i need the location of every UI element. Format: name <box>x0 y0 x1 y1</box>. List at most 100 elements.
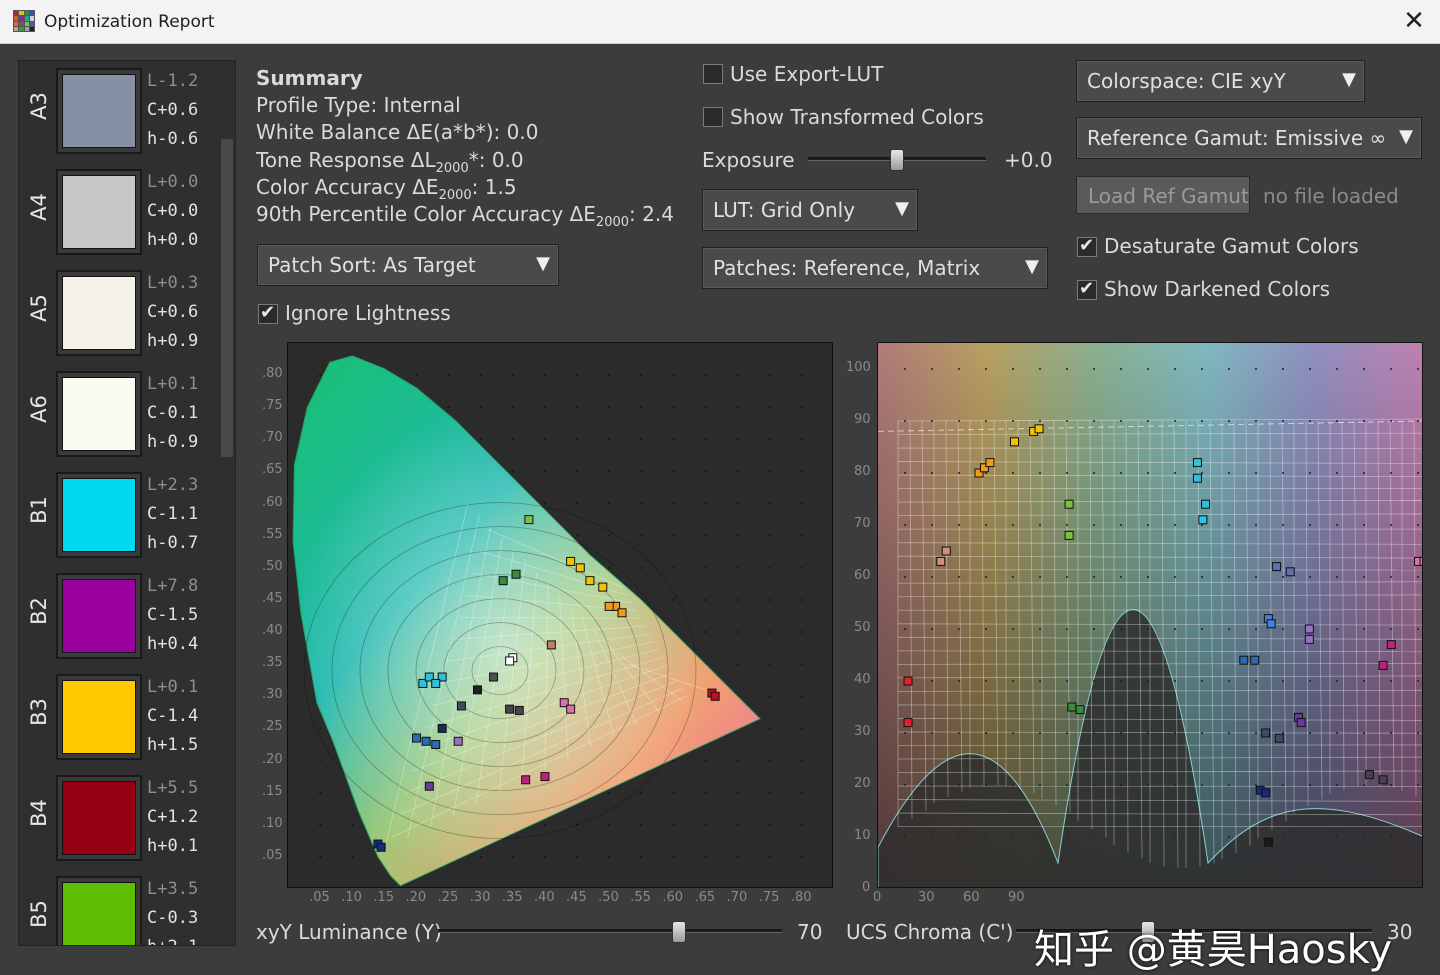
patch-delta-c: C-1.1 <box>147 504 198 524</box>
y-tick-label: .65 <box>262 462 283 477</box>
color-patch-marker <box>525 516 533 524</box>
scrollbar-thumb[interactable] <box>221 139 233 457</box>
patch-id: A3 <box>21 61 57 151</box>
show-transformed-checkbox[interactable] <box>703 107 723 127</box>
ucs-chroma-chart[interactable] <box>877 342 1423 888</box>
color-patch-marker <box>432 679 440 687</box>
app-icon-cell <box>14 22 18 26</box>
color-patch-marker <box>986 459 994 467</box>
color-patch-marker <box>1193 474 1201 482</box>
patch-swatch <box>62 276 136 350</box>
color-patch-marker <box>1251 656 1259 664</box>
color-patch-marker <box>711 692 719 700</box>
patch-swatch <box>62 781 136 855</box>
patch-row[interactable]: A6L+0.1C-0.1h-0.9 <box>19 364 219 465</box>
color-patch-marker <box>1379 661 1387 669</box>
y-tick-label: 30 <box>854 724 871 739</box>
color-patch-marker <box>512 570 520 578</box>
x-tick-label: .60 <box>662 890 683 905</box>
patch-id: A4 <box>21 162 57 252</box>
load-ref-gamut-button[interactable]: Load Ref Gamut <box>1076 176 1250 214</box>
show-darkened-checkbox[interactable] <box>1077 280 1097 300</box>
color-patch-marker <box>586 577 594 585</box>
app-icon-cell <box>14 16 18 20</box>
luminance-slider[interactable] <box>438 929 782 933</box>
color-patch-marker <box>1240 656 1248 664</box>
y-tick-label: .50 <box>262 559 283 574</box>
x-tick-label: .50 <box>598 890 619 905</box>
patch-row[interactable]: B2L+7.8C-1.5h+0.4 <box>19 566 219 667</box>
color-patch-marker <box>1262 789 1270 797</box>
color-patch-marker <box>1387 641 1395 649</box>
exposure-value: +0.0 <box>1004 148 1053 172</box>
app-icon-cell <box>30 11 34 15</box>
x-tick-label: .40 <box>534 890 555 905</box>
ignore-lightness-checkbox[interactable] <box>258 304 278 324</box>
patch-row[interactable]: B4L+5.5C+1.2h+0.1 <box>19 768 219 869</box>
color-patch-marker <box>1193 459 1201 467</box>
color-patch-marker <box>605 602 613 610</box>
app-icon-cell <box>30 22 34 26</box>
color-patch-marker <box>1305 625 1313 633</box>
patch-delta-h: h-0.7 <box>147 533 198 553</box>
patch-delta-l: L+0.1 <box>147 374 198 394</box>
y-tick-label: 100 <box>846 360 871 375</box>
y-tick-label: .05 <box>262 848 283 863</box>
color-patch-marker <box>422 737 430 745</box>
patch-row[interactable]: B3L+0.1C-1.4h+1.5 <box>19 667 219 768</box>
x-tick-label: .20 <box>405 890 426 905</box>
chevron-down-icon: ▼ <box>1025 256 1039 277</box>
color-patch-marker <box>541 773 549 781</box>
profile-type: Profile Type: Internal <box>256 93 461 117</box>
desaturate-checkbox[interactable] <box>1077 237 1097 257</box>
x-tick-label: .10 <box>341 890 362 905</box>
patch-row[interactable]: B5L+3.5C-0.3h+2.1 <box>19 869 219 946</box>
patch-row[interactable]: A5L+0.3C+0.6h+0.9 <box>19 263 219 364</box>
color-patch-marker <box>1011 438 1019 446</box>
use-export-lut-checkbox[interactable] <box>703 64 723 84</box>
patch-row[interactable]: B1L+2.3C-1.1h-0.7 <box>19 465 219 566</box>
y-tick-label: .30 <box>262 687 283 702</box>
reference-gamut-dropdown[interactable]: Reference Gamut: Emissive ∞▼ <box>1076 117 1422 159</box>
patch-id: B1 <box>21 465 57 555</box>
y-tick-label: 0 <box>862 880 870 895</box>
x-tick-label: 60 <box>963 890 980 905</box>
color-patch-marker <box>1035 425 1043 433</box>
luminance-slider-thumb[interactable] <box>672 921 686 943</box>
ref-file-status: no file loaded <box>1263 184 1399 208</box>
y-tick-label: .40 <box>262 623 283 638</box>
exposure-slider-thumb[interactable] <box>890 149 904 171</box>
percentile-accuracy: 90th Percentile Color Accuracy ΔE2000: 2… <box>256 202 674 230</box>
patches-mode-dropdown[interactable]: Patches: Reference, Matrix▼ <box>702 247 1048 289</box>
close-button[interactable]: ✕ <box>1398 6 1430 38</box>
summary-heading: Summary <box>256 66 363 90</box>
x-tick-label: .15 <box>373 890 394 905</box>
color-patch-marker <box>1365 771 1373 779</box>
patch-delta-c: C+1.2 <box>147 807 198 827</box>
patch-swatch <box>62 579 136 653</box>
y-tick-label: .55 <box>262 527 283 542</box>
patch-row[interactable]: A3L-1.2C+0.6h-0.6 <box>19 61 219 162</box>
lut-mode-dropdown[interactable]: LUT: Grid Only▼ <box>702 189 918 231</box>
colorspace-dropdown[interactable]: Colorspace: CIE xyY▼ <box>1076 60 1365 102</box>
color-patch-marker <box>904 719 912 727</box>
color-patch-marker <box>1273 563 1281 571</box>
patch-sort-dropdown[interactable]: Patch Sort: As Target▼ <box>257 244 559 286</box>
patch-id: B4 <box>21 768 57 858</box>
color-patch-marker <box>377 843 385 851</box>
patch-delta-l: L+0.3 <box>147 273 198 293</box>
patch-row[interactable]: A4L+0.0C+0.0h+0.0 <box>19 162 219 263</box>
color-patch-marker <box>499 577 507 585</box>
y-tick-label: .80 <box>262 366 283 381</box>
patch-scrollbar[interactable] <box>219 61 235 946</box>
patch-swatch-frame <box>56 674 142 760</box>
color-patch-marker <box>1262 729 1270 737</box>
show-transformed-label: Show Transformed Colors <box>730 105 984 129</box>
patch-list[interactable]: A3L-1.2C+0.6h-0.6A4L+0.0C+0.0h+0.0A5L+0.… <box>18 60 236 946</box>
chevron-down-icon: ▼ <box>895 198 909 219</box>
cie-xy-chart[interactable] <box>287 342 833 888</box>
color-patch-marker <box>1199 516 1207 524</box>
color-patch-marker <box>576 564 584 572</box>
color-patch-marker <box>1264 838 1272 846</box>
patch-swatch-frame <box>56 169 142 255</box>
